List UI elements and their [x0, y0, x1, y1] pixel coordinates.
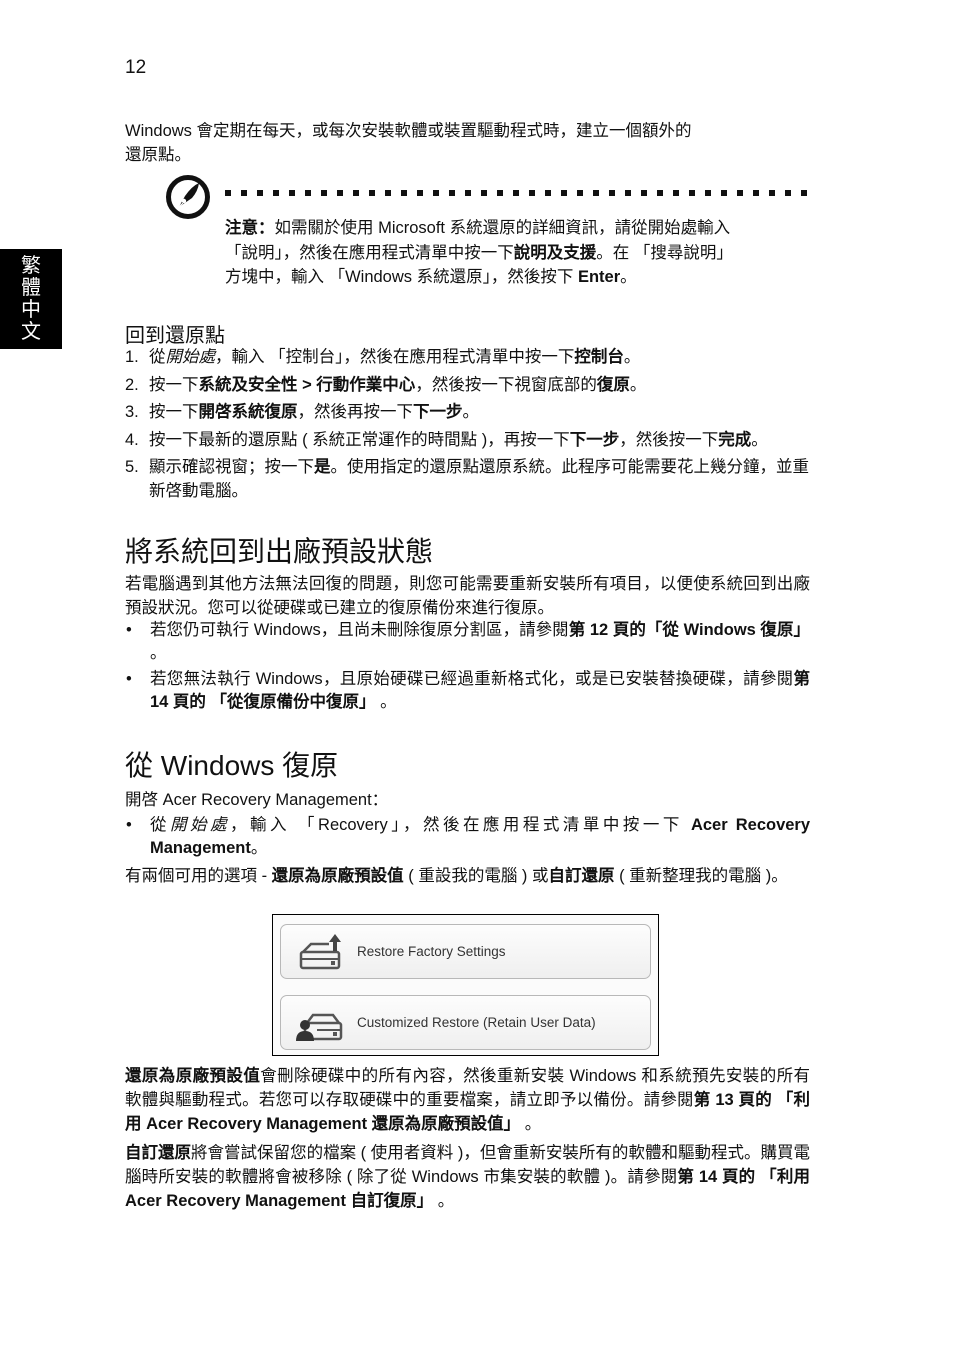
step-bold: 控制台	[574, 348, 624, 366]
step-text: 按一下	[149, 375, 199, 394]
step-bold: 下一步	[413, 403, 463, 421]
bullet-text: ，輸入 「Recovery」，然後在應用程式清單中按一下	[229, 816, 691, 834]
custom-description-paragraph: 自訂還原將會嘗試保留您的檔案 ( 使用者資料 )，但會重新安裝所有的軟體和驅動程…	[125, 1141, 810, 1213]
factory-bullets: • 若您仍可執行 Windows，且尚未刪除復原分割區，請參閱第 12 頁的「從 …	[125, 619, 810, 717]
bullet-dot: •	[126, 621, 132, 639]
factory-desc-text: 。	[520, 1115, 542, 1133]
open-recovery-line: 開啓 Acer Recovery Management：	[125, 791, 389, 809]
bullet-italic: 開始處	[170, 816, 230, 834]
step-text: 。	[629, 375, 647, 394]
step-text: ，然後按一下	[619, 430, 719, 449]
step-text: 按一下	[149, 403, 199, 421]
step-text: 。	[751, 430, 768, 449]
step-text: 顯示確認視窗；按一下	[149, 458, 314, 476]
step-number: 5.	[125, 458, 139, 476]
bullet-item: • 若您仍可執行 Windows，且尚未刪除復原分割區，請參閱第 12 頁的「從 …	[125, 619, 810, 665]
bullet-text: 。	[375, 693, 397, 711]
bullet-text: 。	[250, 839, 268, 857]
step-text: 。	[462, 403, 480, 421]
language-side-tab: 繁 體 中 文	[0, 249, 62, 349]
side-tab-char: 文	[21, 321, 41, 343]
factory-intro-paragraph: 若電腦遇到其他方法無法回復的問題，則您可能需要重新安裝所有項目，以便使系統回到出…	[125, 575, 810, 617]
options-bold: 還原為原廠預設值	[271, 867, 404, 885]
side-tab-char: 繁	[21, 255, 41, 277]
step-item: 3. 按一下開啓系統復原，然後再按一下下一步。	[125, 400, 815, 424]
step-bold: 復原	[596, 375, 630, 394]
note-label: 注意：	[225, 219, 275, 237]
step-bold: 下一步	[569, 430, 620, 449]
cross-reference-link[interactable]: 第 12 頁的「從 Windows 復原」	[569, 621, 810, 639]
bullet-item: • 從開始處，輸入 「Recovery」，然後在應用程式清單中按一下 Acer R…	[125, 814, 810, 860]
bullet-text: 。	[150, 644, 167, 662]
restore-steps-list: 1. 從開始處，輸入 「控制台」，然後在應用程式清單中按一下控制台。 2. 按一下系…	[125, 345, 815, 507]
step-item: 2. 按一下系統及安全性 > 行動作業中心，然後按一下視窗底部的復原。	[125, 373, 815, 397]
note-bold: Enter	[577, 268, 621, 286]
step-bold: 完成	[718, 430, 752, 449]
options-bold: 自訂還原	[548, 867, 615, 885]
page-number: 12	[125, 57, 147, 78]
open-recovery-bullets: • 從開始處，輸入 「Recovery」，然後在應用程式清單中按一下 Acer R…	[125, 814, 810, 863]
step-text: 。	[623, 348, 641, 366]
note-text: 注意：如需關於使用 Microsoft 系統還原的詳細資訊，請從開始處輸入 「說…	[225, 216, 815, 290]
recovery-options-screenshot: Restore Factory Settings Customized Rest…	[272, 914, 659, 1056]
side-tab-char: 中	[21, 299, 41, 321]
factory-description-paragraph: 還原為原廠預設值會刪除硬碟中的所有內容，然後重新安裝 Windows 和系統預先…	[125, 1064, 810, 1136]
step-text: ，輸入 「控制台」，然後在應用程式清單中按一下	[215, 348, 575, 366]
customized-restore-label: Customized Restore (Retain User Data)	[357, 1015, 596, 1030]
factory-desc-bold: 還原為原廠預設值	[125, 1067, 261, 1085]
side-tab-char: 體	[21, 277, 41, 299]
customized-restore-button[interactable]: Customized Restore (Retain User Data)	[280, 995, 651, 1050]
custom-desc-text: 。	[433, 1192, 455, 1210]
intro-line: 還原點。	[125, 146, 191, 164]
restore-factory-settings-button[interactable]: Restore Factory Settings	[280, 924, 651, 979]
options-text: ( 重設我的電腦 ) 或	[403, 867, 549, 885]
drive-upload-icon	[299, 933, 341, 969]
restore-factory-settings-label: Restore Factory Settings	[357, 944, 506, 959]
intro-paragraph: Windows 會定期在每天，或每次安裝軟體或裝置驅動程式時，建立一個額外的 還…	[125, 119, 825, 167]
step-bold: 是	[314, 458, 331, 476]
step-item: 1. 從開始處，輸入 「控制台」，然後在應用程式清單中按一下控制台。	[125, 345, 815, 369]
options-text: ( 重新整理我的電腦 )。	[614, 867, 788, 885]
step-italic: 開始處	[165, 348, 216, 366]
bullet-text: 若您無法執行 Windows，且原始硬碟已經過重新格式化，或是已安裝替換硬碟，請…	[150, 670, 794, 688]
from-windows-heading: 從 Windows 復原	[125, 750, 339, 781]
bullet-dot: •	[126, 816, 132, 834]
custom-desc-bold: 自訂還原	[125, 1144, 192, 1162]
step-number: 2.	[125, 375, 139, 394]
note-pen-icon	[166, 175, 210, 219]
options-text: 有兩個可用的選項 -	[125, 867, 272, 885]
note-text-part: 方塊中，輸入 「Windows 系統還原」，然後按下	[225, 268, 578, 286]
step-item: 5. 顯示確認視窗；按一下是。使用指定的還原點還原系統。此程序可能需要花上幾分鐘，…	[125, 455, 815, 503]
drive-user-icon	[296, 1013, 343, 1041]
step-item: 4. 按一下最新的還原點 ( 系統正常運作的時間點 )，再按一下下一步，然後按一下…	[125, 428, 815, 452]
restore-point-subheading: 回到還原點	[125, 325, 225, 347]
step-bold: 系統及安全性 > 行動作業中心	[198, 375, 416, 394]
note-bold: 說明及支援	[513, 243, 597, 262]
note-text-part: 如需關於使用 Microsoft 系統還原的詳細資訊，請從開始處輸入	[274, 219, 731, 237]
intro-line: Windows 會定期在每天，或每次安裝軟體或裝置驅動程式時，建立一個額外的	[125, 122, 692, 140]
note-text-part: 。在 「搜尋說明」	[596, 243, 733, 262]
factory-reset-heading: 將系統回到出廠預設狀態	[125, 536, 434, 567]
note-text-part: 「說明」，然後在應用程式清單中按一下	[225, 243, 514, 262]
step-text: 按一下最新的還原點 ( 系統正常運作的時間點 )，再按一下	[149, 430, 570, 449]
step-text: 從	[149, 348, 166, 366]
options-paragraph: 有兩個可用的選項 - 還原為原廠預設值 ( 重設我的電腦 ) 或自訂還原 ( 重…	[125, 864, 810, 888]
step-text: ，然後再按一下	[297, 403, 414, 421]
bullet-item: • 若您無法執行 Windows，且原始硬碟已經過重新格式化，或是已安裝替換硬碟，…	[125, 668, 810, 714]
step-number: 3.	[125, 403, 139, 421]
step-bold: 開啓系統復原	[198, 403, 298, 421]
step-text: ，然後按一下視窗底部的	[415, 375, 597, 394]
step-number: 1.	[125, 348, 139, 366]
bullet-text: 從	[150, 816, 170, 834]
bullet-text: 若您仍可執行 Windows，且尚未刪除復原分割區，請參閱	[150, 621, 569, 639]
bullet-dot: •	[126, 670, 132, 688]
note-text-part: 。	[620, 268, 637, 286]
step-number: 4.	[125, 430, 139, 449]
note-divider	[225, 190, 810, 196]
